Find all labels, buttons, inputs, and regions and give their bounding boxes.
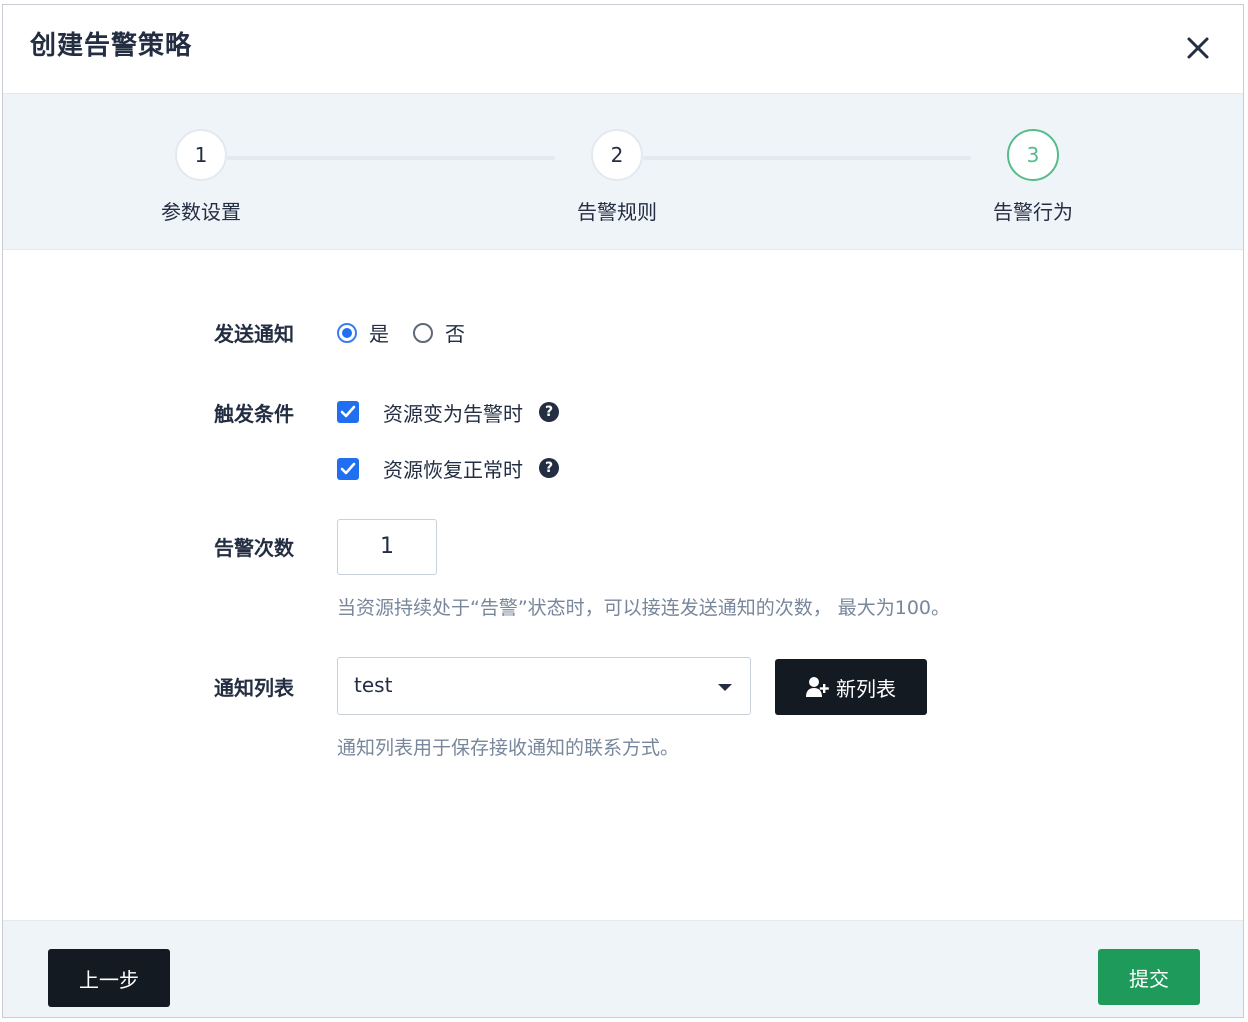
step-2-label: 告警规则 [577,200,657,224]
notify-list-hint: 通知列表用于保存接收通知的联系方式。 [337,737,680,759]
new-list-button[interactable]: 新列表 [775,659,927,715]
trigger-recover-checkbox[interactable] [337,458,359,480]
question-icon[interactable]: ? [539,402,559,422]
alert-count-input[interactable]: 1 [337,519,437,575]
alert-count-label: 告警次数 [214,536,294,560]
send-notification-yes-radio[interactable] [337,323,357,343]
new-list-label: 新列表 [836,676,896,701]
submit-button[interactable]: 提交 [1098,949,1200,1005]
trigger-condition-label: 触发条件 [214,402,294,426]
previous-step-button[interactable]: 上一步 [48,949,170,1007]
trigger-alert-checkbox[interactable] [337,401,359,423]
step-connector-2 [643,156,971,160]
send-notification-no-label[interactable]: 否 [445,318,465,347]
step-3-number: 3 [1026,143,1040,167]
trigger-recover-label[interactable]: 资源恢复正常时 [383,454,523,483]
step-3-label: 告警行为 [993,200,1073,224]
notify-list-select[interactable]: test [337,657,751,715]
step-connector-1 [227,156,555,160]
send-notification-yes-label[interactable]: 是 [369,318,389,347]
dialog-footer: 上一步 提交 [3,920,1243,1017]
question-icon[interactable]: ? [539,458,559,478]
add-user-icon [806,677,829,697]
dialog-title: 创建告警策略 [30,31,193,61]
step-indicator: 1 参数设置 2 告警规则 3 告警行为 [3,94,1243,250]
notify-list-label: 通知列表 [214,676,294,700]
notify-list-selected-value: test [354,673,393,697]
step-2-number: 2 [610,143,624,167]
step-1-number: 1 [194,143,208,167]
alert-count-hint: 当资源持续处于“告警”状态时，可以接连发送通知的次数， 最大为100。 [337,597,950,619]
dialog-header: 创建告警策略 [3,5,1243,94]
caret-down-icon [718,684,732,691]
step-3-circle: 3 [1007,129,1059,181]
step-1-label: 参数设置 [161,200,241,224]
step-1-circle: 1 [175,129,227,181]
send-notification-no-radio[interactable] [413,323,433,343]
create-alert-policy-dialog: 创建告警策略 1 参数设置 2 告警规则 3 告警行为 发送通知 是 否 触发条… [2,4,1244,1018]
trigger-alert-label[interactable]: 资源变为告警时 [383,398,523,427]
close-icon[interactable] [1183,33,1213,63]
step-2-circle: 2 [591,129,643,181]
send-notification-label: 发送通知 [214,322,294,346]
